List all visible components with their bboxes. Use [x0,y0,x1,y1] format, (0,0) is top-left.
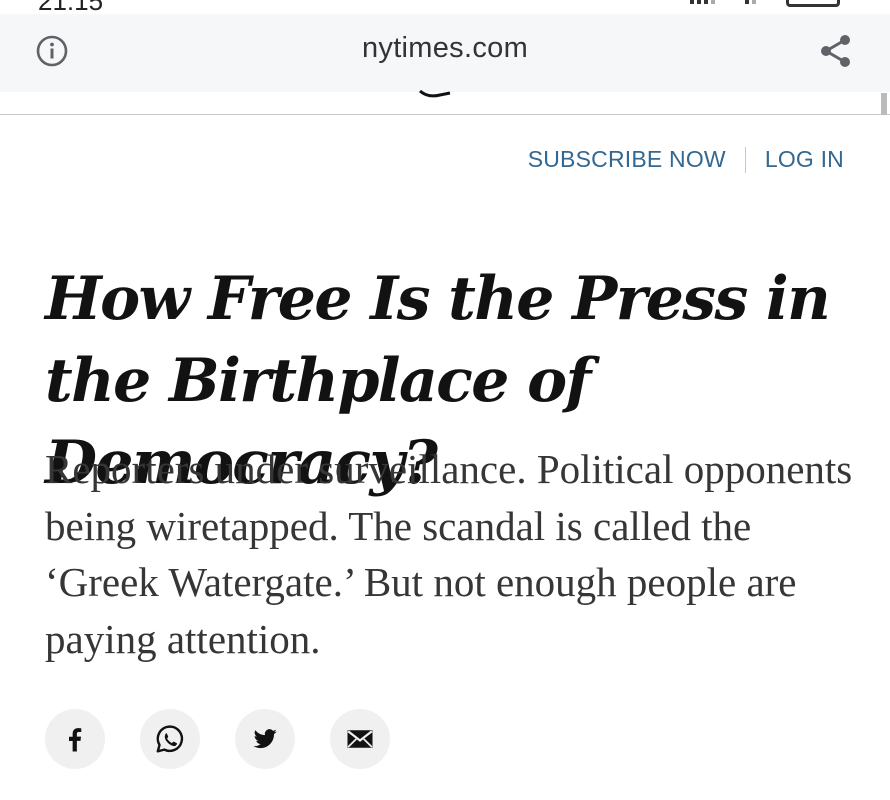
facebook-icon [69,728,82,752]
auth-links: SUBSCRIBE NOW LOG IN [528,146,844,173]
signal-icon [690,0,715,4]
scrollbar-thumb[interactable] [881,93,887,115]
email-icon [347,730,373,748]
facebook-share-button[interactable] [45,709,105,769]
status-time: 21:15 [38,0,103,14]
site-header [0,90,890,115]
whatsapp-share-button[interactable] [140,709,200,769]
wifi-icon [745,0,756,4]
whatsapp-icon [156,725,184,753]
nyt-logo-icon[interactable] [418,90,454,98]
article-summary: Reporters under surveillance. Political … [45,446,853,662]
battery-icon [786,0,840,7]
twitter-icon [253,729,277,749]
url-text[interactable]: nytimes.com [0,32,890,65]
log-in-link[interactable]: LOG IN [765,146,844,173]
email-share-button[interactable] [330,709,390,769]
share-icon[interactable] [818,33,854,69]
twitter-share-button[interactable] [235,709,295,769]
status-icons [690,0,840,7]
auth-divider [744,146,746,173]
subscribe-now-link[interactable]: SUBSCRIBE NOW [528,146,726,173]
status-bar: 21:15 [0,0,890,14]
browser-url-bar: nytimes.com [0,14,890,92]
share-tools [45,709,390,769]
